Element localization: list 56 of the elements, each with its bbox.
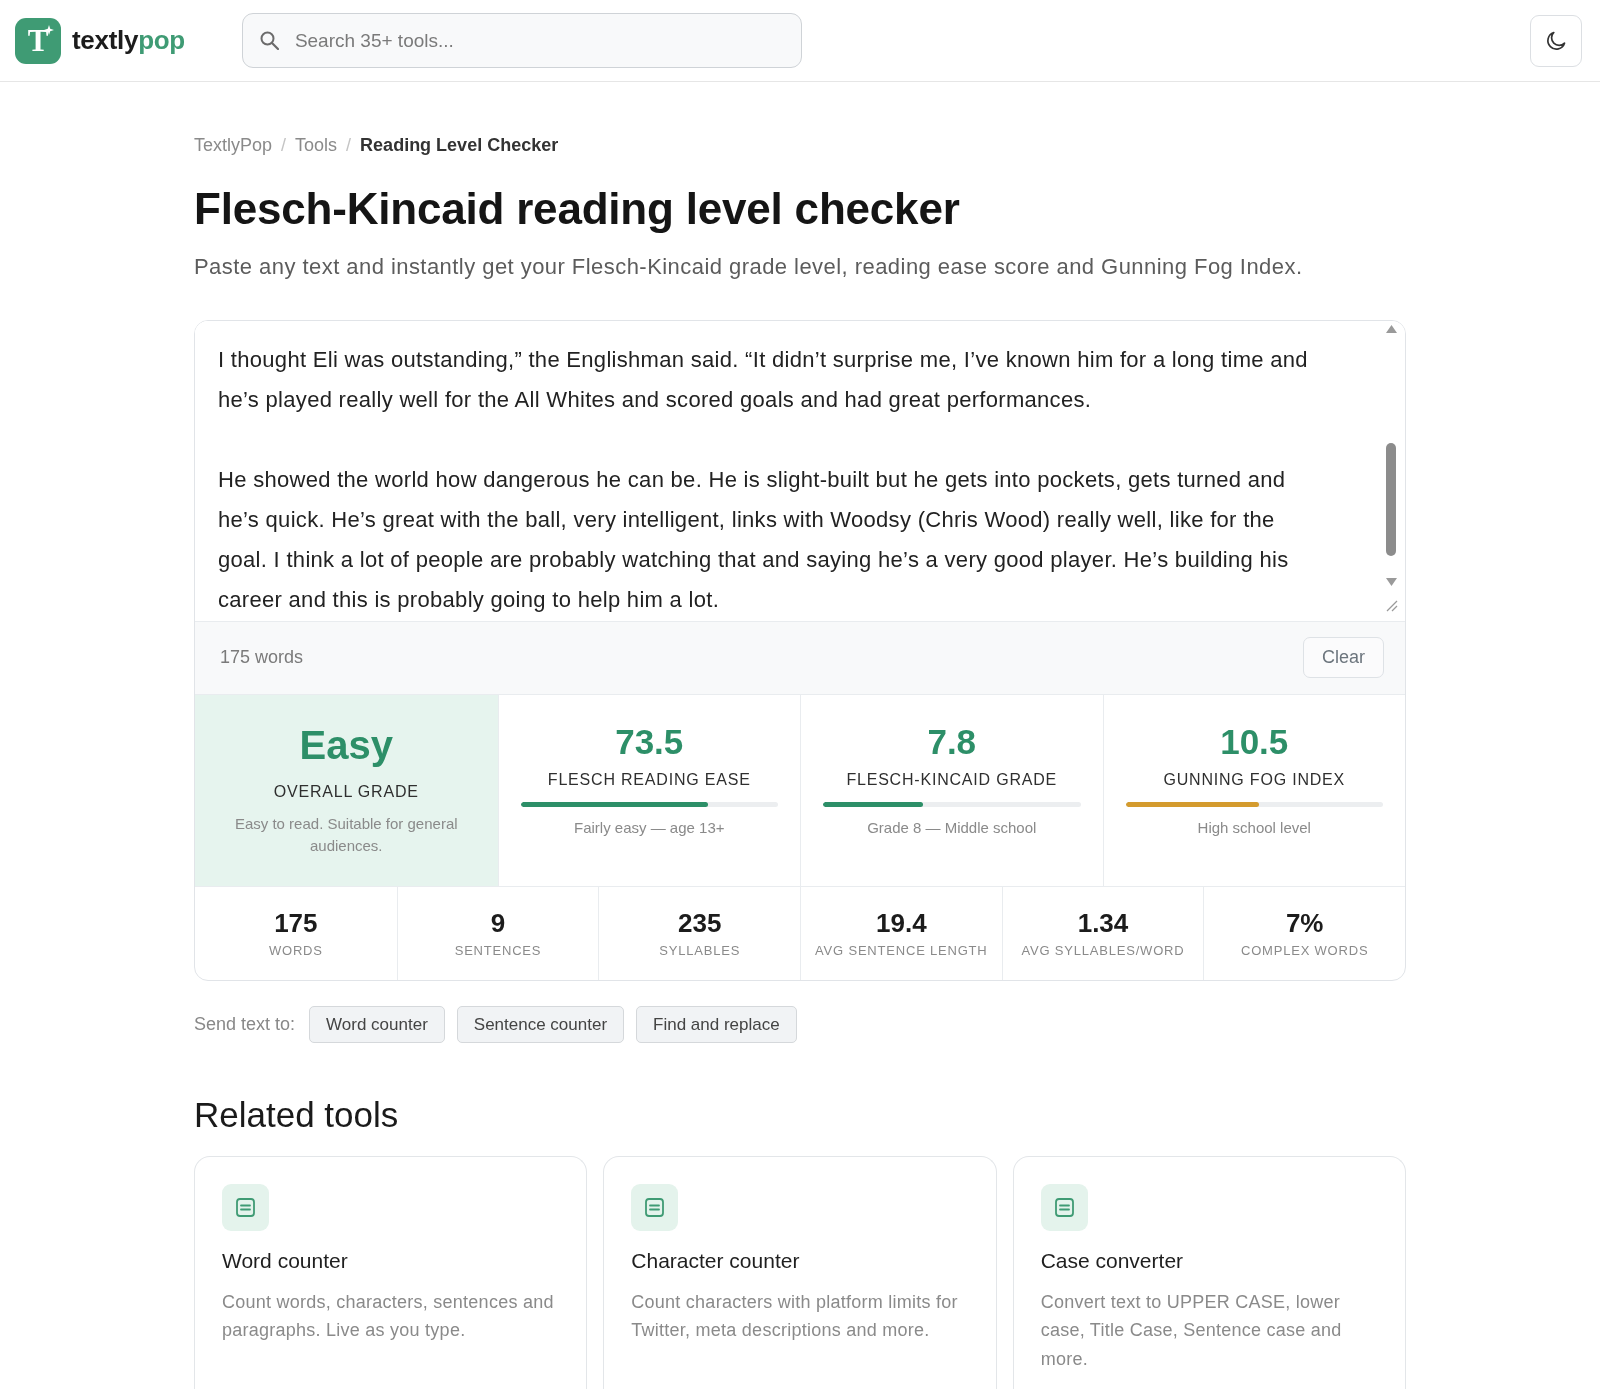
page-description: Paste any text and instantly get your Flesch-Kincaid grade level, reading ease score and Gunning Fog Index. (194, 252, 1304, 281)
brand-name[interactable]: textlypop (72, 24, 185, 57)
word-count: 175 words (220, 645, 304, 669)
tool-card[interactable]: Case converter Convert text to UPPER CASE, lower case, Title Case, Sentence case and more. (1012, 1155, 1406, 1389)
stat-label: SENTENCES (453, 941, 543, 960)
theme-toggle-button[interactable] (1530, 14, 1582, 67)
tool-card[interactable]: Character counter Count characters with platform limits for Twitter, meta descriptions and more. (603, 1155, 997, 1389)
breadcrumb-current-page: Reading Level Checker (360, 134, 559, 157)
score-value: 73.5 (614, 720, 685, 763)
breadcrumb-separator: / (281, 134, 287, 157)
score-note: Fairly easy — age 13+ (573, 817, 726, 838)
stat-label: COMPLEX WORDS (1239, 941, 1370, 960)
breadcrumb-separator: / (346, 134, 352, 157)
stat-label: WORDS (267, 941, 324, 960)
scroll-up-arrow-icon[interactable] (1385, 324, 1397, 333)
stat-value: 1.34 (1076, 907, 1130, 939)
search-field[interactable]: Search 35+ tools... (241, 13, 802, 68)
tool-card-title: Character counter (631, 1247, 801, 1274)
score-label: FLESCH-KINCAID GRADE (845, 769, 1059, 790)
document-icon (631, 1183, 679, 1231)
send-to-button[interactable]: Word counter (309, 1005, 445, 1043)
tool-card-title: Word counter (222, 1247, 349, 1274)
stat-label: AVG SYLLABLES/WORD (1020, 941, 1186, 960)
stat-value: 19.4 (875, 907, 928, 939)
section-heading: Related tools (194, 1093, 400, 1136)
stat-value: 175 (273, 907, 319, 939)
grade-label: OVERALL GRADE (272, 781, 420, 802)
grade-description: Easy to read. Suitable for general audiences. (233, 813, 459, 856)
tool-card-description: Convert text to UPPER CASE, lower case, Title Case, Sentence case and more. (1040, 1290, 1343, 1371)
score-value: 7.8 (926, 720, 978, 763)
send-to-button[interactable]: Find and replace (636, 1005, 797, 1043)
score-label: GUNNING FOG INDEX (1162, 769, 1347, 790)
logo-letter: T (27, 25, 49, 56)
stat-value: 7% (1284, 907, 1325, 939)
grade-value: Easy (298, 721, 394, 769)
tool-card-title: Case converter (1040, 1247, 1185, 1274)
tool-card[interactable]: Word counter Count words, characters, sentences and paragraphs. Live as you type. (194, 1155, 588, 1389)
score-value: 10.5 (1219, 720, 1290, 763)
search-icon (259, 31, 279, 50)
send-to-label: Send text to: (194, 1012, 296, 1036)
stat-value: 9 (489, 907, 507, 939)
score-label: FLESCH READING EASE (546, 769, 752, 790)
page-title: Flesch-Kincaid reading level checker (194, 183, 961, 235)
document-icon (1040, 1183, 1088, 1231)
tool-card-description: Count words, characters, sentences and paragraphs. Live as you type. (222, 1290, 555, 1343)
tool-card-description: Count characters with platform limits for Twitter, meta descriptions and more. (631, 1290, 959, 1343)
scrollbar-thumb[interactable] (1386, 442, 1396, 556)
send-to-button[interactable]: Sentence counter (456, 1005, 625, 1043)
stat-label: AVG SENTENCE LENGTH (814, 941, 989, 960)
scroll-down-arrow-icon[interactable] (1385, 577, 1397, 586)
stat-value: 235 (676, 907, 723, 939)
clear-button[interactable]: Clear (1303, 636, 1384, 678)
score-note: High school level (1196, 817, 1312, 838)
score-note: Grade 8 — Middle school (866, 817, 1038, 838)
stat-label: SYLLABLES (658, 941, 742, 960)
document-icon (222, 1183, 269, 1231)
